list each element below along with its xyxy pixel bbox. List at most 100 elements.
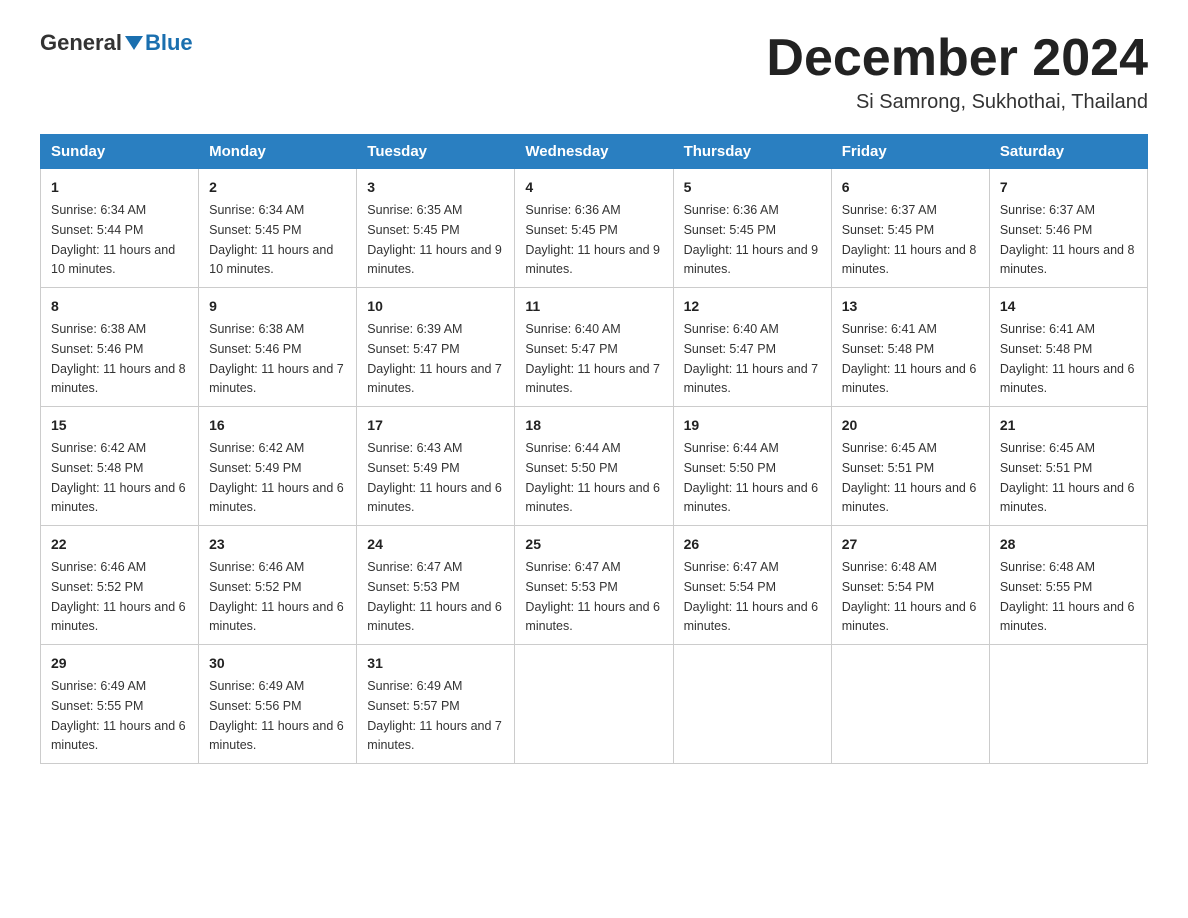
- day-number: 24: [367, 534, 504, 555]
- day-number: 6: [842, 177, 979, 198]
- weekday-header-monday: Monday: [199, 135, 357, 169]
- day-number: 8: [51, 296, 188, 317]
- calendar-cell: 5 Sunrise: 6:36 AMSunset: 5:45 PMDayligh…: [673, 169, 831, 288]
- day-info: Sunrise: 6:46 AMSunset: 5:52 PMDaylight:…: [51, 560, 186, 633]
- day-number: 29: [51, 653, 188, 674]
- calendar-cell: 18 Sunrise: 6:44 AMSunset: 5:50 PMDaylig…: [515, 407, 673, 526]
- calendar-cell: 6 Sunrise: 6:37 AMSunset: 5:45 PMDayligh…: [831, 169, 989, 288]
- day-number: 4: [525, 177, 662, 198]
- calendar-cell: 3 Sunrise: 6:35 AMSunset: 5:45 PMDayligh…: [357, 169, 515, 288]
- calendar-cell: 2 Sunrise: 6:34 AMSunset: 5:45 PMDayligh…: [199, 169, 357, 288]
- day-number: 14: [1000, 296, 1137, 317]
- day-number: 23: [209, 534, 346, 555]
- day-number: 13: [842, 296, 979, 317]
- calendar-cell: 1 Sunrise: 6:34 AMSunset: 5:44 PMDayligh…: [41, 169, 199, 288]
- calendar-cell: 11 Sunrise: 6:40 AMSunset: 5:47 PMDaylig…: [515, 288, 673, 407]
- day-number: 22: [51, 534, 188, 555]
- day-info: Sunrise: 6:47 AMSunset: 5:53 PMDaylight:…: [525, 560, 660, 633]
- week-row-4: 22 Sunrise: 6:46 AMSunset: 5:52 PMDaylig…: [41, 526, 1148, 645]
- day-number: 15: [51, 415, 188, 436]
- week-row-1: 1 Sunrise: 6:34 AMSunset: 5:44 PMDayligh…: [41, 169, 1148, 288]
- calendar-cell: 19 Sunrise: 6:44 AMSunset: 5:50 PMDaylig…: [673, 407, 831, 526]
- calendar-cell: [673, 645, 831, 764]
- day-number: 2: [209, 177, 346, 198]
- month-title: December 2024: [766, 30, 1148, 87]
- day-number: 18: [525, 415, 662, 436]
- day-info: Sunrise: 6:47 AMSunset: 5:54 PMDaylight:…: [684, 560, 819, 633]
- day-info: Sunrise: 6:38 AMSunset: 5:46 PMDaylight:…: [209, 322, 344, 395]
- logo-general-text: General: [40, 30, 122, 56]
- day-number: 27: [842, 534, 979, 555]
- day-info: Sunrise: 6:36 AMSunset: 5:45 PMDaylight:…: [684, 203, 819, 276]
- calendar-cell: 29 Sunrise: 6:49 AMSunset: 5:55 PMDaylig…: [41, 645, 199, 764]
- week-row-2: 8 Sunrise: 6:38 AMSunset: 5:46 PMDayligh…: [41, 288, 1148, 407]
- calendar-cell: 9 Sunrise: 6:38 AMSunset: 5:46 PMDayligh…: [199, 288, 357, 407]
- day-number: 3: [367, 177, 504, 198]
- day-number: 25: [525, 534, 662, 555]
- day-info: Sunrise: 6:35 AMSunset: 5:45 PMDaylight:…: [367, 203, 502, 276]
- calendar-cell: 10 Sunrise: 6:39 AMSunset: 5:47 PMDaylig…: [357, 288, 515, 407]
- calendar-cell: [515, 645, 673, 764]
- day-info: Sunrise: 6:40 AMSunset: 5:47 PMDaylight:…: [525, 322, 660, 395]
- day-info: Sunrise: 6:41 AMSunset: 5:48 PMDaylight:…: [1000, 322, 1135, 395]
- calendar-cell: 31 Sunrise: 6:49 AMSunset: 5:57 PMDaylig…: [357, 645, 515, 764]
- day-info: Sunrise: 6:41 AMSunset: 5:48 PMDaylight:…: [842, 322, 977, 395]
- day-info: Sunrise: 6:37 AMSunset: 5:46 PMDaylight:…: [1000, 203, 1135, 276]
- calendar-cell: 22 Sunrise: 6:46 AMSunset: 5:52 PMDaylig…: [41, 526, 199, 645]
- calendar-cell: 28 Sunrise: 6:48 AMSunset: 5:55 PMDaylig…: [989, 526, 1147, 645]
- week-row-3: 15 Sunrise: 6:42 AMSunset: 5:48 PMDaylig…: [41, 407, 1148, 526]
- day-number: 20: [842, 415, 979, 436]
- weekday-header-saturday: Saturday: [989, 135, 1147, 169]
- calendar-cell: 27 Sunrise: 6:48 AMSunset: 5:54 PMDaylig…: [831, 526, 989, 645]
- logo: General Blue: [40, 30, 193, 56]
- calendar-cell: 24 Sunrise: 6:47 AMSunset: 5:53 PMDaylig…: [357, 526, 515, 645]
- logo-blue-text: Blue: [122, 30, 193, 56]
- day-info: Sunrise: 6:46 AMSunset: 5:52 PMDaylight:…: [209, 560, 344, 633]
- day-number: 17: [367, 415, 504, 436]
- day-number: 9: [209, 296, 346, 317]
- calendar-cell: 15 Sunrise: 6:42 AMSunset: 5:48 PMDaylig…: [41, 407, 199, 526]
- day-info: Sunrise: 6:42 AMSunset: 5:48 PMDaylight:…: [51, 441, 186, 514]
- day-number: 28: [1000, 534, 1137, 555]
- day-number: 30: [209, 653, 346, 674]
- calendar-cell: [831, 645, 989, 764]
- day-info: Sunrise: 6:39 AMSunset: 5:47 PMDaylight:…: [367, 322, 502, 395]
- day-info: Sunrise: 6:44 AMSunset: 5:50 PMDaylight:…: [525, 441, 660, 514]
- day-info: Sunrise: 6:44 AMSunset: 5:50 PMDaylight:…: [684, 441, 819, 514]
- calendar-cell: 26 Sunrise: 6:47 AMSunset: 5:54 PMDaylig…: [673, 526, 831, 645]
- weekday-header-tuesday: Tuesday: [357, 135, 515, 169]
- day-info: Sunrise: 6:49 AMSunset: 5:56 PMDaylight:…: [209, 679, 344, 752]
- day-info: Sunrise: 6:34 AMSunset: 5:45 PMDaylight:…: [209, 203, 333, 276]
- day-number: 19: [684, 415, 821, 436]
- weekday-header-sunday: Sunday: [41, 135, 199, 169]
- location-title: Si Samrong, Sukhothai, Thailand: [766, 91, 1148, 114]
- day-number: 12: [684, 296, 821, 317]
- calendar-cell: 13 Sunrise: 6:41 AMSunset: 5:48 PMDaylig…: [831, 288, 989, 407]
- day-number: 1: [51, 177, 188, 198]
- day-info: Sunrise: 6:48 AMSunset: 5:54 PMDaylight:…: [842, 560, 977, 633]
- day-number: 16: [209, 415, 346, 436]
- calendar-cell: 25 Sunrise: 6:47 AMSunset: 5:53 PMDaylig…: [515, 526, 673, 645]
- page-header: General Blue December 2024 Si Samrong, S…: [40, 30, 1148, 114]
- calendar-cell: 20 Sunrise: 6:45 AMSunset: 5:51 PMDaylig…: [831, 407, 989, 526]
- day-info: Sunrise: 6:49 AMSunset: 5:55 PMDaylight:…: [51, 679, 186, 752]
- calendar-cell: 21 Sunrise: 6:45 AMSunset: 5:51 PMDaylig…: [989, 407, 1147, 526]
- calendar-cell: [989, 645, 1147, 764]
- weekday-header-friday: Friday: [831, 135, 989, 169]
- calendar-cell: 14 Sunrise: 6:41 AMSunset: 5:48 PMDaylig…: [989, 288, 1147, 407]
- day-info: Sunrise: 6:38 AMSunset: 5:46 PMDaylight:…: [51, 322, 186, 395]
- calendar-cell: 7 Sunrise: 6:37 AMSunset: 5:46 PMDayligh…: [989, 169, 1147, 288]
- day-number: 11: [525, 296, 662, 317]
- day-info: Sunrise: 6:45 AMSunset: 5:51 PMDaylight:…: [1000, 441, 1135, 514]
- weekday-header-row: SundayMondayTuesdayWednesdayThursdayFrid…: [41, 135, 1148, 169]
- day-info: Sunrise: 6:47 AMSunset: 5:53 PMDaylight:…: [367, 560, 502, 633]
- day-info: Sunrise: 6:49 AMSunset: 5:57 PMDaylight:…: [367, 679, 502, 752]
- calendar-cell: 12 Sunrise: 6:40 AMSunset: 5:47 PMDaylig…: [673, 288, 831, 407]
- calendar-cell: 4 Sunrise: 6:36 AMSunset: 5:45 PMDayligh…: [515, 169, 673, 288]
- weekday-header-wednesday: Wednesday: [515, 135, 673, 169]
- day-number: 7: [1000, 177, 1137, 198]
- day-info: Sunrise: 6:40 AMSunset: 5:47 PMDaylight:…: [684, 322, 819, 395]
- calendar-cell: 23 Sunrise: 6:46 AMSunset: 5:52 PMDaylig…: [199, 526, 357, 645]
- logo-triangle-icon: [125, 36, 143, 50]
- day-info: Sunrise: 6:37 AMSunset: 5:45 PMDaylight:…: [842, 203, 977, 276]
